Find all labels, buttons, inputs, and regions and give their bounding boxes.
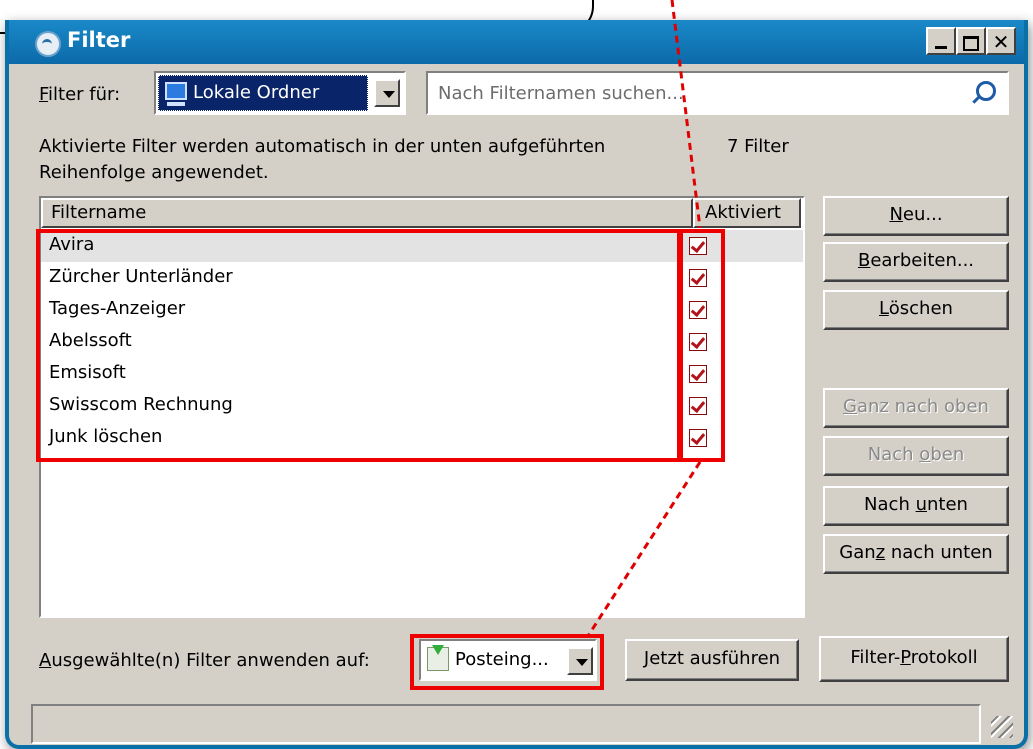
annotation-line-top: [670, 0, 702, 229]
annotation-line-bottom: [586, 461, 702, 637]
annotation-lines: [586, 0, 702, 637]
